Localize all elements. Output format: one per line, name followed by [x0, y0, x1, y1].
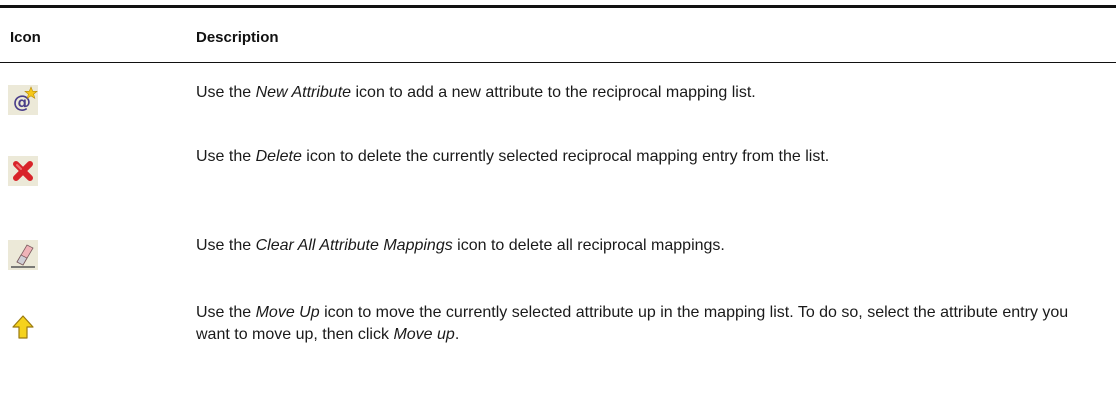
header-description: Description	[196, 29, 279, 46]
desc-text: icon to delete the currently selected re…	[301, 148, 830, 165]
table-row: Use the Move Up icon to move the current…	[0, 302, 1116, 392]
row-description: Use the Delete icon to delete the curren…	[196, 146, 1096, 168]
desc-text: Use the	[196, 148, 256, 165]
desc-term: Move up	[393, 326, 455, 343]
desc-text: icon to add a new attribute to the recip…	[351, 84, 756, 101]
desc-term: Clear All Attribute Mappings	[255, 237, 453, 254]
new-attribute-icon: @	[8, 85, 38, 115]
eraser-icon	[8, 240, 38, 270]
delete-icon	[8, 156, 38, 186]
desc-text: Use the	[196, 84, 256, 101]
desc-text: Use the	[196, 237, 256, 254]
desc-term: Delete	[255, 148, 302, 165]
row-description: Use the Move Up icon to move the current…	[196, 302, 1096, 346]
header-rule	[0, 62, 1116, 63]
row-description: Use the Clear All Attribute Mappings ico…	[196, 235, 1096, 257]
desc-term: New Attribute	[255, 84, 352, 101]
desc-term: Move Up	[255, 304, 320, 321]
table-top-rule	[0, 5, 1116, 8]
arrow-up-icon	[8, 312, 38, 342]
desc-text: icon to move the currently selected attr…	[196, 304, 1069, 343]
table-row: Use the Delete icon to delete the curren…	[0, 146, 1116, 216]
desc-text: icon to delete all reciprocal mappings.	[452, 237, 725, 254]
desc-text: .	[454, 326, 460, 343]
header-icon: Icon	[10, 29, 41, 46]
table-row: Use the Clear All Attribute Mappings ico…	[0, 235, 1116, 295]
row-description: Use the New Attribute icon to add a new …	[196, 82, 1096, 104]
desc-text: Use the	[196, 304, 256, 321]
table-row: @ Use the New Attribute icon to add a ne…	[0, 82, 1116, 142]
